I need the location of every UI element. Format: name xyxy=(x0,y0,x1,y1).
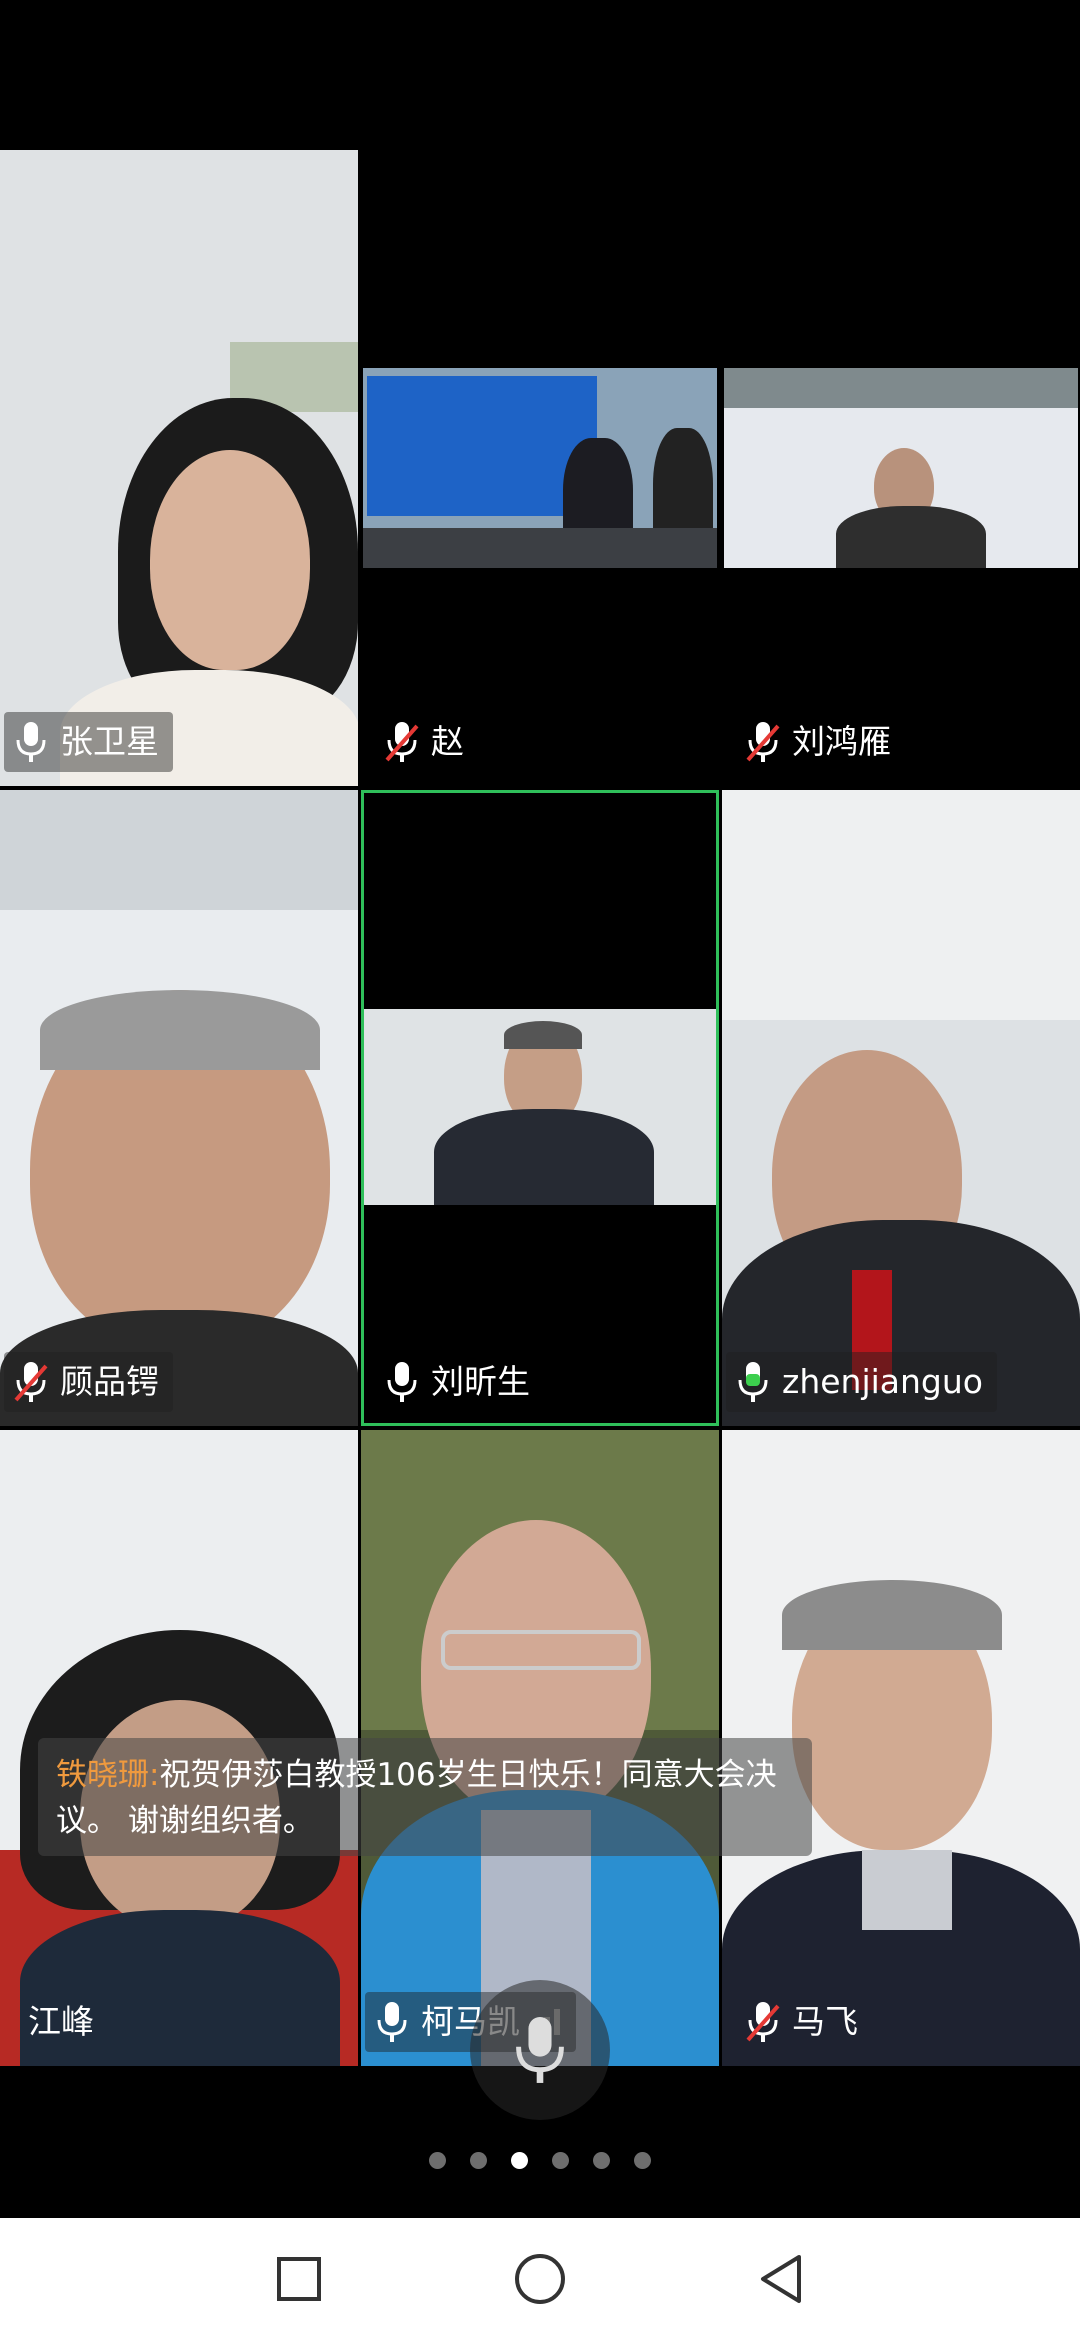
participant-label: 刘昕生 xyxy=(365,1352,544,1412)
page-dot[interactable] xyxy=(429,2152,446,2169)
video-feed xyxy=(0,150,358,786)
participant-name: 马飞 xyxy=(792,2002,858,2041)
microphone-muted-icon xyxy=(746,722,780,762)
participant-label: 刘鸿雁 xyxy=(726,712,905,772)
participant-label: 赵 xyxy=(365,712,478,772)
participant-label: 张卫星 xyxy=(4,712,173,772)
microphone-icon xyxy=(387,1362,417,1402)
page-dot[interactable] xyxy=(470,2152,487,2169)
unmute-button[interactable] xyxy=(470,1980,610,2120)
microphone-muted-icon xyxy=(14,1362,48,1402)
participant-name: 顾品锷 xyxy=(60,1362,159,1401)
participant-name: 赵 xyxy=(431,722,464,761)
participant-name: zhenjianguo xyxy=(782,1362,983,1401)
video-tile-liuxinsheng[interactable]: 刘昕生 xyxy=(361,790,719,1426)
microphone-muted-icon xyxy=(385,722,419,762)
chat-message-overlay: 铁晓珊:祝贺伊莎白教授106岁生日快乐！同意大会决议。 谢谢组织者。 xyxy=(38,1738,812,1856)
microphone-icon xyxy=(516,2017,564,2083)
chat-text: 祝贺伊莎白教授106岁生日快乐！同意大会决议。 谢谢组织者。 xyxy=(56,1757,777,1839)
video-tile-zhangweixing[interactable]: 张卫星 xyxy=(0,150,358,786)
page-indicator[interactable] xyxy=(0,2152,1080,2169)
triangle-back-icon[interactable] xyxy=(757,2253,805,2305)
video-tile-liuhongyan[interactable]: 刘鸿雁 xyxy=(722,150,1080,786)
system-navigation-bar xyxy=(0,2218,1080,2340)
chat-sender: 铁晓珊: xyxy=(56,1757,160,1793)
microphone-icon xyxy=(16,722,46,762)
participant-name: 江峰 xyxy=(28,2002,94,2041)
participant-name: 张卫星 xyxy=(60,722,159,761)
video-tile-zhenjianguo[interactable]: zhenjianguo xyxy=(722,790,1080,1426)
video-feed xyxy=(722,790,1080,1426)
video-feed xyxy=(361,150,719,786)
participant-name: 刘昕生 xyxy=(431,1362,530,1401)
square-recents-icon[interactable] xyxy=(275,2255,323,2303)
participant-label: zhenjianguo xyxy=(726,1352,997,1412)
microphone-muted-icon xyxy=(746,2002,780,2042)
video-tile-zhao[interactable]: 赵 xyxy=(361,150,719,786)
participant-label: 江峰 xyxy=(4,1992,108,2052)
page-dot[interactable] xyxy=(593,2152,610,2169)
page-dot[interactable] xyxy=(634,2152,651,2169)
participant-label: 马飞 xyxy=(726,1992,872,2052)
page-dot-current[interactable] xyxy=(511,2152,528,2169)
microphone-speaking-icon xyxy=(738,1362,768,1402)
circle-home-icon[interactable] xyxy=(513,2252,567,2306)
video-tile-gupine[interactable]: 顾品锷 xyxy=(0,790,358,1426)
participant-label: 顾品锷 xyxy=(4,1352,173,1412)
microphone-icon xyxy=(377,2002,407,2042)
video-feed xyxy=(364,793,716,1423)
participant-name: 刘鸿雁 xyxy=(792,722,891,761)
video-feed xyxy=(722,150,1080,786)
page-dot[interactable] xyxy=(552,2152,569,2169)
video-feed xyxy=(0,790,358,1426)
